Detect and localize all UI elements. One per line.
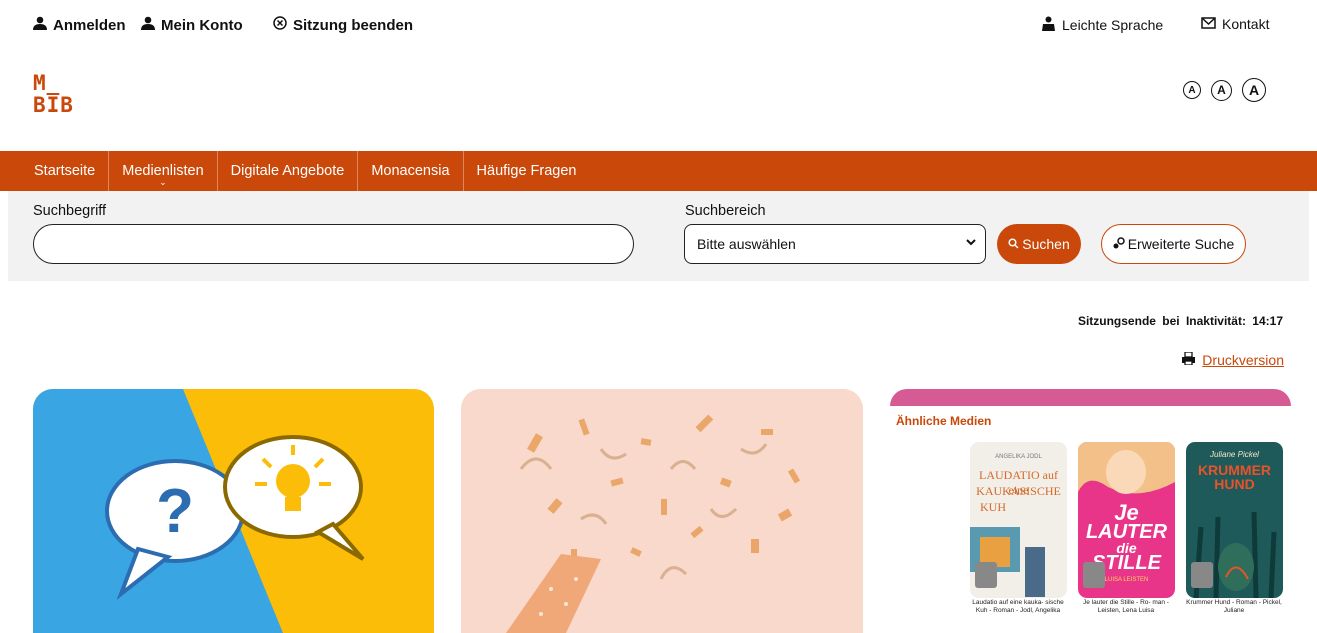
book-caption-je-lauter: Je lauter die Stille - Ro- man - Leisten… xyxy=(1083,599,1169,614)
my-account-link[interactable]: Mein Konto xyxy=(141,16,243,34)
read-icon xyxy=(1191,562,1213,588)
settings-icon xyxy=(1113,236,1125,252)
search-scope-label: Suchbereich xyxy=(685,203,766,219)
confetti-teaser-image[interactable] xyxy=(461,389,863,633)
book-cover-je-lauter[interactable]: Je LAUTER die STILLE LUISA LEISTEN xyxy=(1078,442,1175,598)
svg-text:?: ? xyxy=(156,477,194,546)
similar-media-title: Ähnliche Medien xyxy=(896,414,992,428)
session-timeout: Sitzungsende bei Inaktivität: 14:17 xyxy=(1077,314,1283,328)
book-cover-laudatio[interactable]: ANGELIKA JODL LAUDATIO auf eine KAUKASIS… xyxy=(970,442,1067,598)
nav-item-medienlisten[interactable]: Medienlisten ⌄ xyxy=(109,151,218,191)
main-navigation: Startseite Medienlisten ⌄ Digitale Angebo… xyxy=(0,151,1317,191)
easy-language-link[interactable]: Leichte Sprache xyxy=(1041,16,1163,34)
mail-icon xyxy=(1201,16,1216,32)
end-session-link[interactable]: Sitzung beenden xyxy=(273,16,413,34)
chevron-down-icon: ⌄ xyxy=(159,177,167,187)
search-scope-select[interactable]: Bitte auswählen xyxy=(684,224,986,264)
mbib-logo[interactable]: M_ BIB xyxy=(33,72,74,116)
login-link[interactable]: Anmelden xyxy=(33,16,126,34)
font-size-large-button[interactable]: A xyxy=(1242,78,1266,102)
pink-header-band xyxy=(890,389,1291,406)
easy-language-icon xyxy=(1041,16,1056,34)
font-size-small-button[interactable]: A xyxy=(1183,81,1201,99)
printer-icon xyxy=(1182,351,1196,368)
print-version: Druckversion xyxy=(1150,351,1284,368)
chevron-down-icon xyxy=(965,236,977,251)
book-caption-laudatio: Laudatio auf eine kauka- sische Kuh - Ro… xyxy=(972,599,1064,614)
similar-media-panel: Ähnliche Medien ANGELIKA JODL LAUDATIO a… xyxy=(890,389,1291,633)
search-button[interactable]: Suchen xyxy=(997,224,1081,264)
read-icon xyxy=(975,562,997,588)
top-bar: Anmelden Mein Konto Sitzung beenden Leic… xyxy=(0,0,1317,48)
search-input[interactable] xyxy=(33,224,634,264)
advanced-search-button[interactable]: Erweiterte Suche xyxy=(1101,224,1246,264)
search-icon xyxy=(1008,236,1019,252)
book-cover-krummer-hund[interactable]: Juliane Pickel KRUMMER HUND xyxy=(1186,442,1283,598)
nav-item-monacensia[interactable]: Monacensia xyxy=(358,151,464,191)
font-size-medium-button[interactable]: A xyxy=(1211,79,1232,101)
nav-item-haeufige-fragen[interactable]: Häufige Fragen xyxy=(464,151,590,191)
close-circle-icon xyxy=(273,16,287,34)
read-icon xyxy=(1083,562,1105,588)
book-caption-krummer-hund: Krummer Hund - Roman - Pickel, Juliane xyxy=(1186,599,1282,614)
user-icon xyxy=(33,16,47,34)
user-icon xyxy=(141,16,155,34)
nav-item-digitale-angebote[interactable]: Digitale Angebote xyxy=(218,151,359,191)
search-term-label: Suchbegriff xyxy=(33,203,107,219)
contact-link[interactable]: Kontakt xyxy=(1201,16,1269,32)
faq-teaser-image[interactable]: ? xyxy=(33,389,434,633)
search-area: Suchbegriff Suchbereich Bitte auswählen … xyxy=(8,191,1309,281)
font-size-controls: A A A xyxy=(1183,78,1266,102)
print-version-link[interactable]: Druckversion xyxy=(1202,352,1284,368)
nav-item-startseite[interactable]: Startseite xyxy=(21,151,110,191)
